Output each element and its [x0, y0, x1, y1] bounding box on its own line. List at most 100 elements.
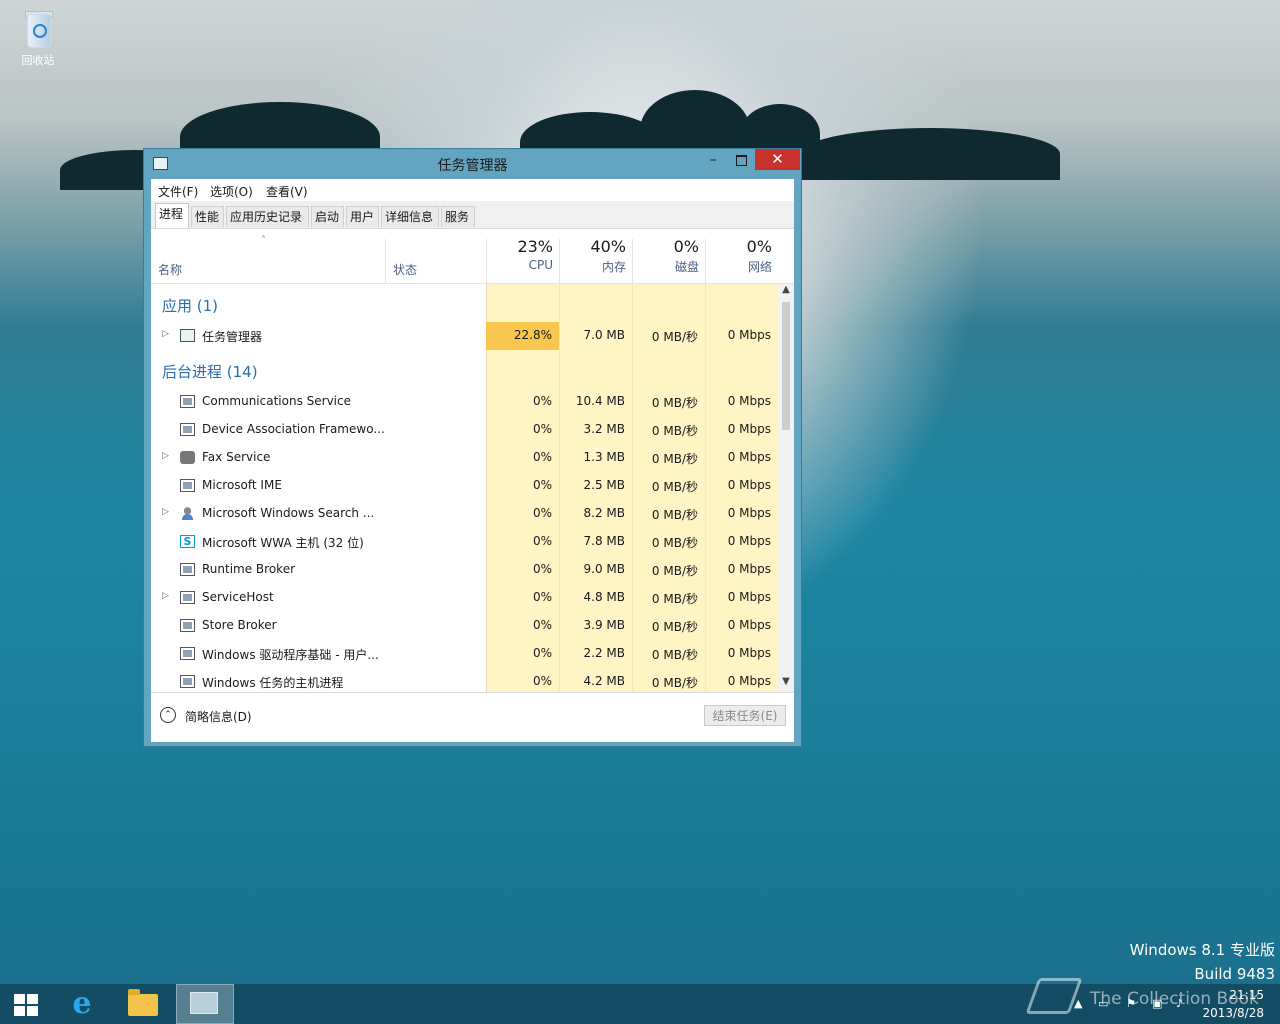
chevron-up-icon[interactable]: ⌃: [160, 707, 176, 723]
recycle-bin-label: 回收站: [21, 54, 55, 67]
show-hidden-icons-icon[interactable]: ▲: [1074, 997, 1082, 1010]
memory-value: 4.8 MB: [583, 590, 625, 604]
network-icon[interactable]: ▣: [1152, 997, 1162, 1010]
cpu-value: 0%: [532, 422, 552, 436]
task-manager-taskbar-icon: [190, 992, 218, 1014]
table-row[interactable]: Store Broker 0% 3.9 MB 0 MB/秒 0 Mbps: [151, 612, 778, 640]
expand-arrow-icon[interactable]: ▷: [162, 591, 169, 601]
disk-value: 0 MB/秒: [651, 396, 698, 410]
sort-arrow-icon: ˄: [261, 235, 266, 246]
network-value: 0 Mbps: [727, 450, 771, 464]
process-name: Device Association Framewo...: [202, 422, 385, 436]
scroll-down-icon[interactable]: ▼: [778, 676, 794, 692]
service-icon: [180, 479, 195, 492]
expand-arrow-icon[interactable]: ▷: [162, 451, 169, 461]
service-icon: [180, 619, 195, 632]
disk-value: 0 MB/秒: [651, 330, 698, 344]
start-button[interactable]: [0, 984, 58, 1024]
service-icon: [180, 563, 195, 576]
table-row[interactable]: S Microsoft WWA 主机 (32 位) 0% 7.8 MB 0 MB/秒 0 …: [151, 528, 778, 556]
maximize-button[interactable]: [728, 151, 754, 171]
service-icon: [180, 647, 195, 660]
cpu-value: 0%: [532, 646, 552, 660]
expand-arrow-icon[interactable]: ▷: [162, 329, 169, 339]
column-memory[interactable]: 40% 内存: [560, 237, 626, 275]
service-icon: [180, 423, 195, 436]
table-row[interactable]: ▷ Microsoft Windows Search ... 0% 8.2 MB 0 M…: [151, 500, 778, 528]
column-status[interactable]: 状态: [393, 261, 417, 278]
table-row[interactable]: Device Association Framewo... 0% 3.2 MB 0 M…: [151, 416, 778, 444]
network-value: 0 Mbps: [727, 562, 771, 576]
menu-file[interactable]: 文件(F): [158, 183, 198, 200]
process-name: Runtime Broker: [202, 562, 296, 576]
cpu-value: 0%: [532, 590, 552, 604]
memory-value: 3.9 MB: [583, 618, 625, 632]
process-name: Microsoft WWA 主机 (32 位): [202, 536, 364, 550]
network-value: 0 Mbps: [727, 422, 771, 436]
minimize-button[interactable]: –: [700, 151, 726, 171]
menu-options[interactable]: 选项(O): [210, 183, 253, 200]
cpu-value: 0%: [532, 450, 552, 464]
table-row[interactable]: ▷ 任务管理器 22.8% 7.0 MB 0 MB/秒 0 Mbps: [151, 322, 778, 350]
column-divider[interactable]: [385, 239, 386, 283]
tab-startup[interactable]: 启动: [311, 206, 344, 227]
table-row[interactable]: ▷ Fax Service 0% 1.3 MB 0 MB/秒 0 Mbps: [151, 444, 778, 472]
process-name: Windows 任务的主机进程: [202, 676, 344, 690]
system-clock[interactable]: 21:15 2013/8/28: [1202, 986, 1264, 1022]
cpu-value: 0%: [532, 674, 552, 688]
clock-time: 21:15: [1229, 988, 1264, 1002]
network-value: 0 Mbps: [727, 618, 771, 632]
tab-services[interactable]: 服务: [441, 206, 475, 227]
window-client: 文件(F) 选项(O) 查看(V) 进程 性能 应用历史记录 启动 用户 详细信…: [151, 179, 794, 742]
memory-value: 4.2 MB: [583, 674, 625, 688]
volume-icon[interactable]: ♪: [1176, 997, 1183, 1010]
service-icon: [180, 395, 195, 408]
recycle-bin[interactable]: 回收站: [14, 8, 62, 68]
column-name[interactable]: 名称: [158, 261, 182, 278]
process-name: Store Broker: [202, 618, 277, 632]
tab-users[interactable]: 用户: [346, 206, 379, 227]
service-icon: [180, 591, 195, 604]
title-bar[interactable]: 任务管理器 – ✕: [144, 149, 801, 179]
process-name: 任务管理器: [202, 330, 263, 344]
process-name: Communications Service: [202, 394, 351, 408]
close-button[interactable]: ✕: [755, 149, 800, 170]
process-name: Microsoft Windows Search ...: [202, 506, 375, 520]
process-grid: ˄ 名称 状态 23% CPU 40% 内存 0% 磁盘 0% 网络 应用 (1) 后: [151, 229, 794, 692]
tab-app-history[interactable]: 应用历史记录: [226, 206, 309, 227]
table-row[interactable]: Communications Service 0% 10.4 MB 0 MB/秒 0 M…: [151, 388, 778, 416]
table-row[interactable]: Windows 驱动程序基础 - 用户... 0% 2.2 MB 0 MB/秒 0 Mb…: [151, 640, 778, 668]
cpu-value: 0%: [532, 618, 552, 632]
process-name: Windows 驱动程序基础 - 用户...: [202, 648, 379, 662]
column-cpu[interactable]: 23% CPU: [487, 237, 553, 272]
build-text: Build 9483: [1194, 965, 1275, 983]
recycle-bin-icon: [21, 8, 55, 48]
table-row[interactable]: Microsoft IME 0% 2.5 MB 0 MB/秒 0 Mbps: [151, 472, 778, 500]
action-center-icon[interactable]: ▭: [1098, 997, 1108, 1010]
menu-bar: 文件(F) 选项(O) 查看(V): [151, 179, 794, 201]
menu-view[interactable]: 查看(V): [266, 183, 308, 200]
table-row[interactable]: Runtime Broker 0% 9.0 MB 0 MB/秒 0 Mbps: [151, 556, 778, 584]
table-row[interactable]: Windows 任务的主机进程 0% 4.2 MB 0 MB/秒 0 Mbps: [151, 668, 778, 692]
grid-body: 应用 (1) 后台进程 (14) ▷ 任务管理器 22.8% 7.0 MB 0 MB/秒…: [151, 284, 778, 692]
fewer-details-link[interactable]: 简略信息(D): [185, 708, 252, 725]
tab-processes[interactable]: 进程: [155, 203, 189, 228]
column-network[interactable]: 0% 网络: [706, 237, 772, 275]
maximize-icon: [735, 155, 747, 166]
flag-icon[interactable]: ⚑: [1126, 997, 1136, 1010]
scroll-up-icon[interactable]: ▲: [778, 284, 794, 300]
network-value: 0 Mbps: [727, 394, 771, 408]
skype-icon: S: [180, 535, 195, 548]
network-value: 0 Mbps: [727, 478, 771, 492]
memory-value: 8.2 MB: [583, 506, 625, 520]
tab-performance[interactable]: 性能: [191, 206, 224, 227]
expand-arrow-icon[interactable]: ▷: [162, 507, 169, 517]
windows-version-watermark: Windows 8.1 专业版 Build 9483: [1130, 938, 1275, 986]
table-row[interactable]: ▷ ServiceHost 0% 4.8 MB 0 MB/秒 0 Mbps: [151, 584, 778, 612]
tab-details[interactable]: 详细信息: [381, 206, 439, 227]
vertical-scrollbar[interactable]: ▲ ▼: [778, 284, 794, 692]
end-task-button[interactable]: 结束任务(E): [704, 705, 786, 726]
column-disk[interactable]: 0% 磁盘: [633, 237, 699, 275]
task-manager-window: 任务管理器 – ✕ 文件(F) 选项(O) 查看(V) 进程 性能 应用历史记录…: [143, 148, 802, 747]
scroll-thumb[interactable]: [782, 302, 790, 430]
